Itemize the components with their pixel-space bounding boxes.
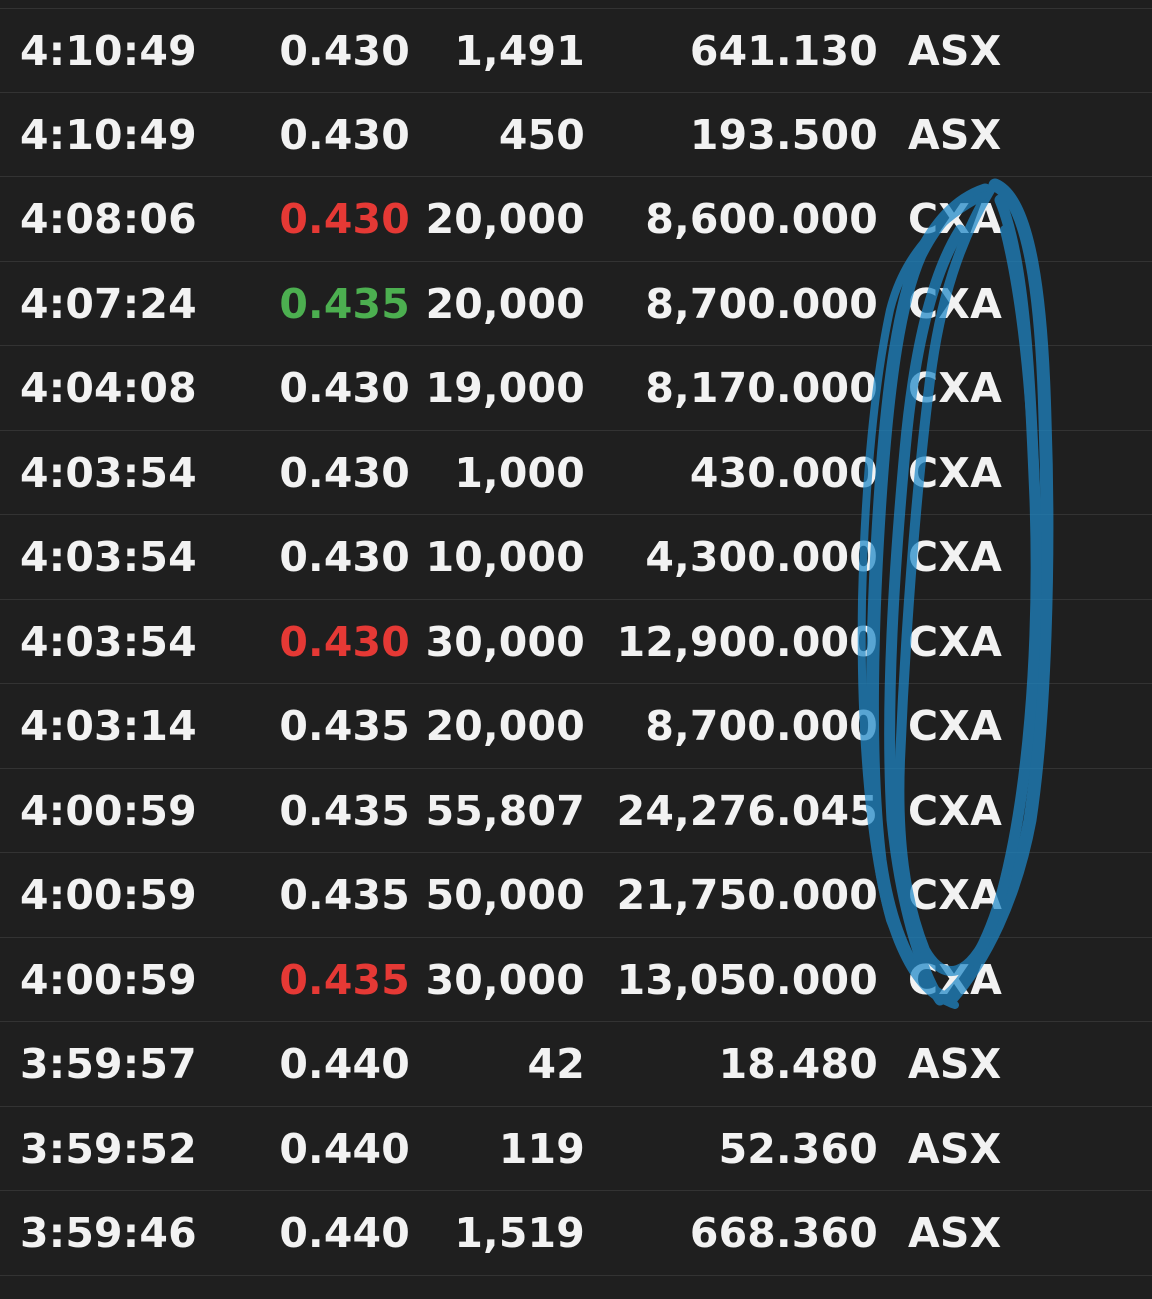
trade-volume: 19,000 (425, 364, 585, 412)
trade-volume: 55,807 (425, 786, 585, 835)
trade-row[interactable]: 4:00:59 0.435 55,807 24,276.045 CXA (0, 769, 1152, 853)
trade-time: 4:10:49 (20, 27, 197, 75)
trade-value: 24,276.045 (616, 786, 878, 835)
trade-market: CXA (908, 533, 1003, 581)
trade-value: 193.500 (689, 110, 878, 159)
trade-price: 0.430 (279, 448, 410, 497)
trade-volume: 450 (498, 110, 585, 159)
trade-value: 52.360 (718, 1124, 878, 1173)
trade-price: 0.430 (279, 195, 410, 243)
trade-price: 0.430 (279, 617, 410, 666)
trade-value: 668.360 (689, 1209, 878, 1257)
trade-volume: 10,000 (425, 533, 585, 581)
trade-time: 4:08:06 (20, 195, 197, 243)
trade-market: CXA (908, 955, 1003, 1004)
trade-price: 0.430 (279, 533, 410, 581)
trade-volume: 20,000 (425, 195, 585, 243)
trade-value: 21,750.000 (616, 871, 878, 919)
trade-market: CXA (908, 279, 1003, 328)
trade-market: CXA (908, 786, 1003, 835)
trade-value: 13,050.000 (616, 955, 878, 1004)
trade-value: 12,900.000 (616, 617, 878, 666)
trade-row[interactable]: 4:03:54 0.430 30,000 12,900.000 CXA (0, 600, 1152, 684)
trade-price: 0.440 (279, 1040, 410, 1088)
trade-volume: 119 (498, 1124, 585, 1173)
trade-time: 4:03:54 (20, 617, 197, 666)
trade-price: 0.430 (279, 364, 410, 412)
trade-value: 8,700.000 (645, 702, 878, 750)
trade-price: 0.435 (279, 279, 410, 328)
trade-row[interactable]: 4:07:24 0.435 20,000 8,700.000 CXA (0, 262, 1152, 346)
trade-price: 0.435 (279, 955, 410, 1004)
trade-time: 4:07:24 (20, 279, 197, 328)
trade-row[interactable]: 4:08:06 0.430 20,000 8,600.000 CXA (0, 177, 1152, 262)
trade-row[interactable]: 4:00:59 0.435 50,000 21,750.000 CXA (0, 853, 1152, 938)
trade-price: 0.430 (279, 110, 410, 159)
trade-volume: 1,519 (454, 1209, 585, 1257)
trade-value: 4,300.000 (645, 533, 878, 581)
trade-row[interactable]: 4:04:08 0.430 19,000 8,170.000 CXA (0, 346, 1152, 431)
trade-price: 0.440 (279, 1124, 410, 1173)
trade-market: CXA (908, 617, 1003, 666)
trade-time: 4:00:59 (20, 786, 197, 835)
trade-volume: 42 (527, 1040, 585, 1088)
trade-market: ASX (908, 27, 1002, 75)
trade-row[interactable]: 4:10:49 0.430 1,491 641.130 ASX (0, 8, 1152, 93)
trade-market: CXA (908, 195, 1003, 243)
trade-value: 430.000 (689, 448, 878, 497)
trade-time: 4:04:08 (20, 364, 197, 412)
trade-volume: 20,000 (425, 702, 585, 750)
trade-volume: 50,000 (425, 871, 585, 919)
trade-history-table: 4:10:49 0.430 1,491 641.130 ASX 4:10:49 0.430 4… (0, 8, 1152, 1276)
trade-volume: 20,000 (425, 279, 585, 328)
trade-time: 3:59:52 (20, 1124, 197, 1173)
trade-time: 4:10:49 (20, 110, 197, 159)
trade-volume: 30,000 (425, 955, 585, 1004)
trade-time: 4:00:59 (20, 871, 197, 919)
trade-time: 3:59:57 (20, 1040, 197, 1088)
trade-price: 0.430 (279, 27, 410, 75)
trade-row[interactable]: 4:03:14 0.435 20,000 8,700.000 CXA (0, 684, 1152, 769)
trade-row[interactable]: 4:03:54 0.430 10,000 4,300.000 CXA (0, 515, 1152, 600)
trade-time: 4:03:54 (20, 533, 197, 581)
trade-value: 641.130 (689, 27, 878, 75)
trade-price: 0.440 (279, 1209, 410, 1257)
trade-time: 4:00:59 (20, 955, 197, 1004)
trade-row[interactable]: 4:10:49 0.430 450 193.500 ASX (0, 93, 1152, 177)
trade-value: 8,700.000 (645, 279, 878, 328)
trade-time: 3:59:46 (20, 1209, 197, 1257)
trade-price: 0.435 (279, 871, 410, 919)
trade-market: CXA (908, 448, 1003, 497)
trade-market: ASX (908, 110, 1002, 159)
trade-value: 18.480 (718, 1040, 878, 1088)
trade-market: CXA (908, 871, 1003, 919)
trade-market: ASX (908, 1040, 1002, 1088)
trade-row[interactable]: 3:59:46 0.440 1,519 668.360 ASX (0, 1191, 1152, 1276)
trade-volume: 1,491 (454, 27, 585, 75)
trade-market: CXA (908, 364, 1003, 412)
trade-row[interactable]: 4:00:59 0.435 30,000 13,050.000 CXA (0, 938, 1152, 1022)
trade-volume: 30,000 (425, 617, 585, 666)
trade-time: 4:03:14 (20, 702, 197, 750)
trade-market: CXA (908, 702, 1003, 750)
trade-volume: 1,000 (454, 448, 585, 497)
trade-price: 0.435 (279, 786, 410, 835)
trade-market: ASX (908, 1209, 1002, 1257)
trade-row[interactable]: 4:03:54 0.430 1,000 430.000 CXA (0, 431, 1152, 515)
trade-price: 0.435 (279, 702, 410, 750)
trade-row[interactable]: 3:59:52 0.440 119 52.360 ASX (0, 1107, 1152, 1191)
trade-market: ASX (908, 1124, 1002, 1173)
trade-value: 8,170.000 (645, 364, 878, 412)
trade-time: 4:03:54 (20, 448, 197, 497)
trade-row[interactable]: 3:59:57 0.440 42 18.480 ASX (0, 1022, 1152, 1107)
trade-value: 8,600.000 (645, 195, 878, 243)
